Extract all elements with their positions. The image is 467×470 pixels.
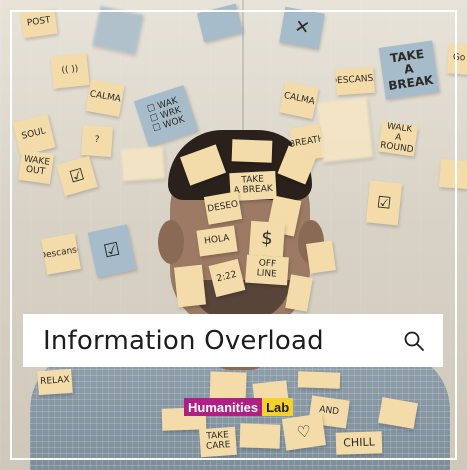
sticky-note <box>297 371 341 389</box>
sticky-note: HOLA <box>196 225 238 257</box>
logo-main-text: Humanities <box>184 398 263 416</box>
sticky-note: ? <box>80 124 114 158</box>
sticky-note: ✕ <box>279 6 325 50</box>
search-bar[interactable]: Information Overload <box>23 314 443 367</box>
sticky-note: WALK A ROUND <box>378 121 418 157</box>
sticky-note: (( )) <box>50 53 90 89</box>
sticky-note: RELAX <box>37 368 73 396</box>
sticky-note <box>239 423 281 449</box>
sticky-note: CHILL <box>335 431 383 455</box>
sticky-note: OFF LINE <box>245 254 289 286</box>
sticky-note <box>120 146 166 182</box>
sticky-note: $ <box>248 220 286 258</box>
sticky-note: ☑ <box>365 180 403 226</box>
sticky-note: CALMA <box>85 79 125 117</box>
sticky-note: WAKE OUT <box>18 149 54 185</box>
sticky-note: Descanso <box>41 233 81 275</box>
search-query-text[interactable]: Information Overload <box>43 326 324 356</box>
sticky-note: CALMA <box>279 80 319 120</box>
sticky-note: DESEO <box>203 191 243 225</box>
sticky-note: Go <box>446 43 467 75</box>
sticky-note <box>439 159 467 189</box>
photo-background: POST ✕ (( )) CALMA ☐ WAK ☐ WRK ☐ WOK SOU… <box>0 0 467 470</box>
sticky-note: TAKE CARE <box>199 426 237 458</box>
search-icon[interactable] <box>403 330 425 352</box>
sticky-note: TAKE A BREAK <box>378 40 440 100</box>
sticky-note <box>173 264 207 308</box>
humanities-lab-logo: Humanities Lab <box>184 398 294 416</box>
sticky-note <box>317 97 373 163</box>
sticky-note: ♡ <box>281 413 327 451</box>
sticky-note: POST <box>20 7 58 39</box>
person-ear-left <box>158 220 184 264</box>
sticky-note: DESCANSA <box>335 66 375 96</box>
logo-accent-text: Lab <box>262 398 294 416</box>
sticky-note <box>306 240 336 274</box>
sticky-note <box>231 139 273 163</box>
